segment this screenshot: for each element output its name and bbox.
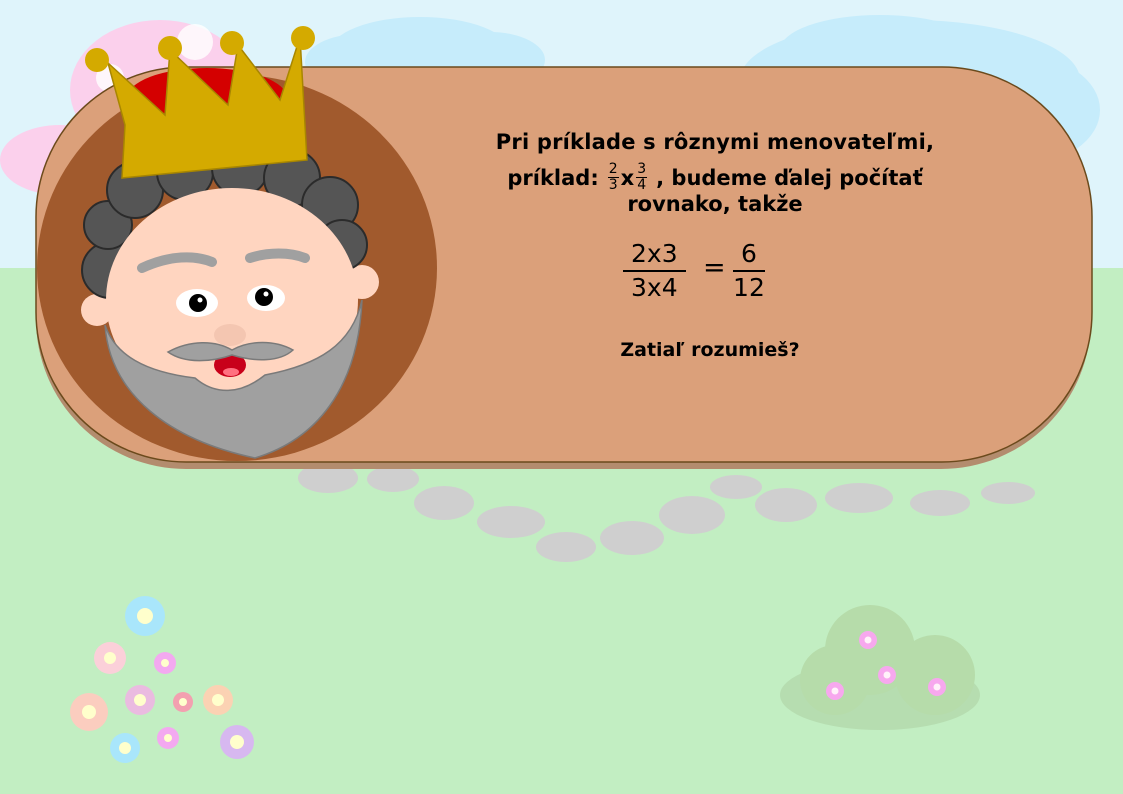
fraction-denominator: 4 (637, 177, 647, 193)
fraction-denominator: 12 (733, 273, 765, 302)
explanation-line-3: rovnako, takže (627, 192, 803, 216)
multiply-operator: x (620, 165, 635, 190)
equation-right-fraction: 6 12 (733, 238, 765, 304)
fraction-equation: 2x3 3x4 = 6 12 (615, 238, 795, 308)
fraction-numerator: 2x3 (623, 238, 686, 272)
example-fraction-a: 2 3 (607, 161, 619, 193)
explanation-line-1: Pri príklade s rôznymi menovateľmi, (495, 130, 935, 154)
background-scene (0, 0, 1123, 794)
fraction-numerator: 2 (607, 161, 619, 178)
line2-suffix: , budeme ďalej počítať (656, 165, 923, 190)
fraction-numerator: 6 (733, 238, 765, 272)
line2-prefix: príklad: (507, 165, 599, 190)
fraction-denominator: 3 (608, 177, 618, 193)
equation-left-fraction: 2x3 3x4 (623, 238, 686, 304)
fraction-numerator: 3 (636, 161, 648, 178)
lesson-slide: Pri príklade s rôznymi menovateľmi, prík… (0, 0, 1123, 794)
explanation-line-2: príklad: 2 3 x 3 4 , budeme ďalej počíta… (430, 162, 1000, 193)
equals-sign: = (703, 252, 726, 283)
example-fraction-b: 3 4 (636, 161, 648, 193)
comprehension-question: Zatiaľ rozumieš? (620, 339, 800, 361)
fraction-denominator: 3x4 (631, 273, 678, 302)
